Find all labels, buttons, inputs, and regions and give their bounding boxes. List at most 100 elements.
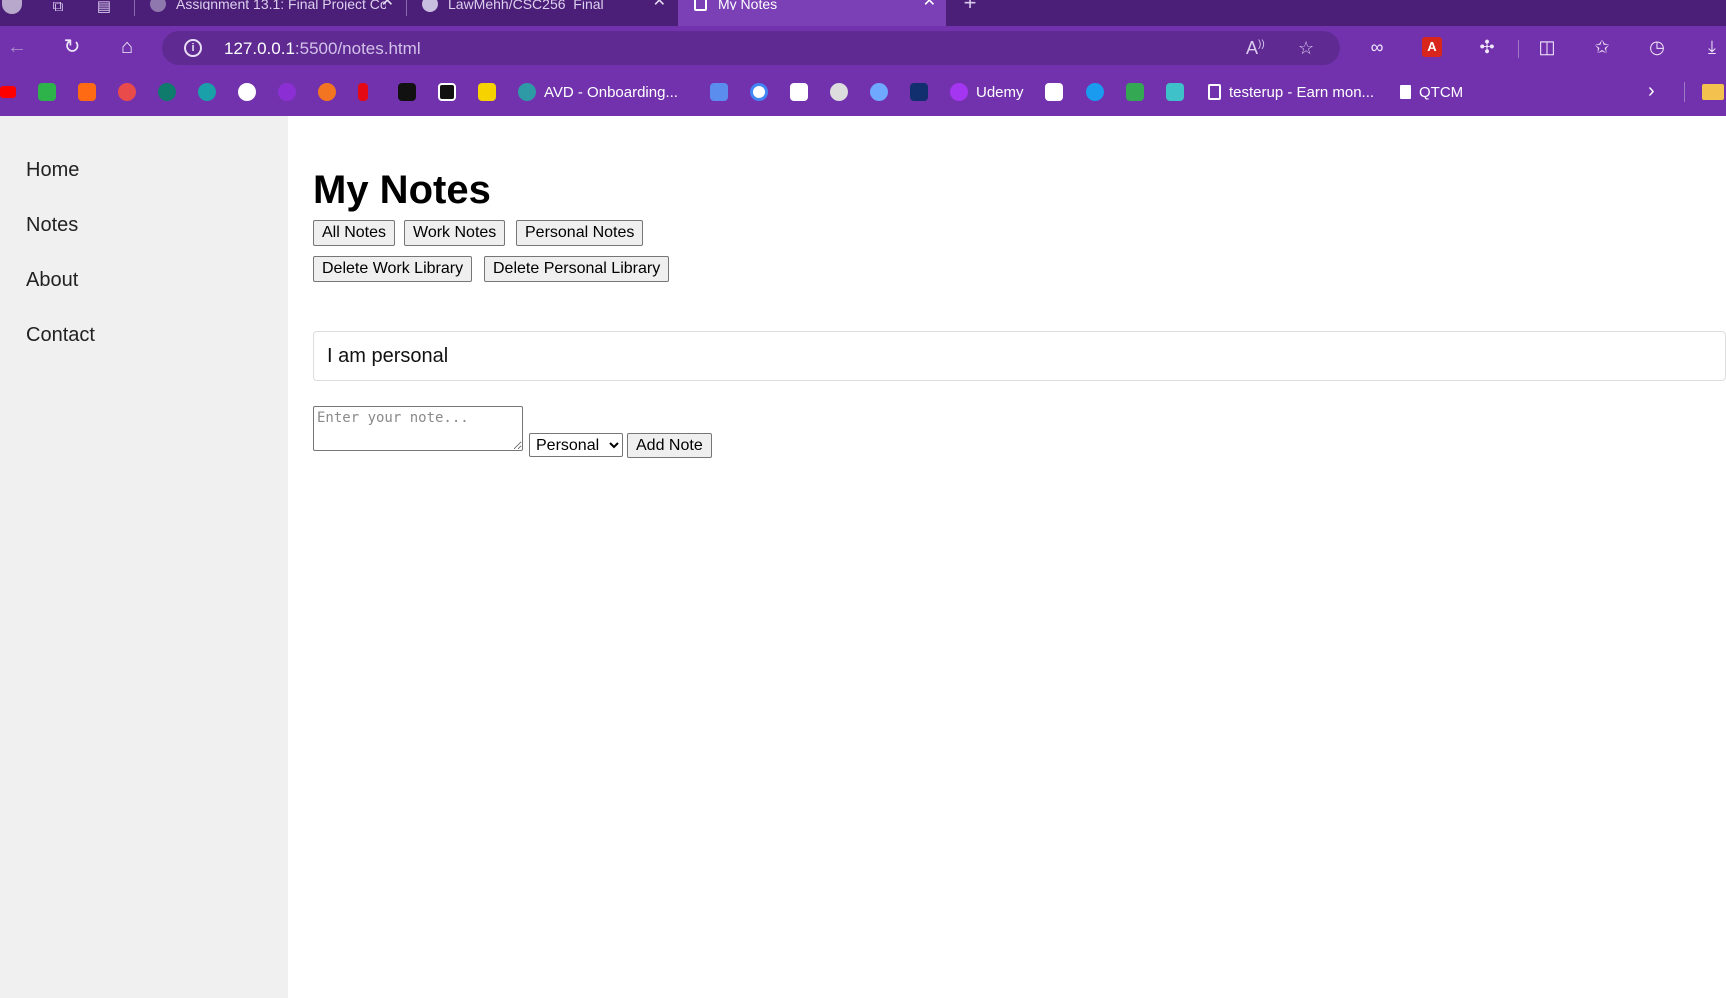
chevron-right-icon[interactable]: › bbox=[1648, 80, 1655, 103]
bookmark-doc[interactable] bbox=[790, 82, 808, 102]
bookmark-label: Udemy bbox=[976, 83, 1024, 101]
crunchyroll-icon bbox=[318, 83, 336, 101]
read-aloud-icon[interactable]: A)) bbox=[1246, 38, 1265, 59]
category-select[interactable]: Personal bbox=[529, 433, 623, 457]
bookmark-testerup[interactable]: testerup - Earn mon... bbox=[1208, 82, 1374, 102]
bookmark-tv[interactable] bbox=[38, 82, 56, 102]
bookmark-chart[interactable] bbox=[1166, 82, 1184, 102]
tab-title: Assignment 13.1: Final Project Co bbox=[176, 0, 386, 10]
page-content: Home Notes About Contact My Notes All No… bbox=[0, 116, 1726, 998]
url-path: :5500/notes.html bbox=[294, 39, 421, 58]
bookmark-circle[interactable] bbox=[830, 82, 848, 102]
add-note-button[interactable]: Add Note bbox=[627, 433, 712, 458]
bookmark-va[interactable] bbox=[910, 82, 928, 102]
bookmarks-bar: AVD - Onboarding... Udemy testerup - Ear… bbox=[0, 68, 1726, 116]
bookmark-bot[interactable] bbox=[710, 82, 728, 102]
circle-logo-icon bbox=[830, 83, 848, 101]
sidebar-item-home[interactable]: Home bbox=[26, 159, 79, 182]
tab-title: LawMehh/CSC256_Final bbox=[448, 0, 604, 10]
url-text[interactable]: 127.0.0.1:5500/notes.html bbox=[224, 39, 421, 59]
url-host: 127.0.0.1 bbox=[224, 39, 295, 58]
new-tab-icon[interactable]: + bbox=[958, 0, 982, 18]
favorites-icon[interactable]: ✩ bbox=[1590, 35, 1614, 59]
wordpress-icon bbox=[238, 83, 256, 101]
sidebar-item-contact[interactable]: Contact bbox=[26, 324, 95, 347]
sidebar-item-about[interactable]: About bbox=[26, 269, 78, 292]
downloads-icon[interactable]: ⤓ bbox=[1700, 35, 1724, 59]
tab-close-icon[interactable]: ✕ bbox=[923, 0, 936, 10]
google-icon bbox=[750, 83, 768, 101]
bot-icon bbox=[710, 83, 728, 101]
bookmark-yellow[interactable] bbox=[478, 82, 496, 102]
work-notes-button[interactable]: Work Notes bbox=[404, 220, 506, 246]
tab-favicon-icon bbox=[150, 0, 166, 12]
address-bar[interactable]: i 127.0.0.1:5500/notes.html A)) ☆ bbox=[162, 31, 1340, 65]
bookmark-diamond[interactable] bbox=[870, 82, 888, 102]
split-screen-icon[interactable]: ◫ bbox=[1535, 35, 1559, 59]
bookmark-wordpress[interactable] bbox=[238, 82, 256, 102]
bookmark-power[interactable] bbox=[438, 82, 456, 102]
chart-icon bbox=[1166, 83, 1184, 101]
tv-icon bbox=[38, 83, 56, 101]
tab-close-icon[interactable]: ✕ bbox=[381, 0, 394, 10]
power-icon bbox=[438, 83, 456, 101]
home-icon[interactable]: ⌂ bbox=[114, 34, 140, 60]
bookmark-crunchyroll[interactable] bbox=[318, 82, 336, 102]
github-icon bbox=[422, 0, 438, 12]
bookmark-globe[interactable] bbox=[198, 82, 216, 102]
personal-notes-button[interactable]: Personal Notes bbox=[516, 220, 644, 246]
bookmark-udemy[interactable]: Udemy bbox=[950, 82, 1024, 102]
bookmark-w[interactable] bbox=[78, 82, 96, 102]
h-icon bbox=[398, 83, 416, 101]
extensions-icon[interactable]: ✣ bbox=[1475, 35, 1499, 59]
bookmark-label: QTCM bbox=[1419, 83, 1464, 101]
udemy-icon bbox=[950, 83, 968, 101]
sharepoint-icon bbox=[518, 83, 536, 101]
delete-personal-library-button[interactable]: Delete Personal Library bbox=[484, 256, 670, 282]
bookmark-sharepoint[interactable] bbox=[158, 82, 176, 102]
bookmark-google-play[interactable] bbox=[1126, 82, 1144, 102]
play-circle-icon bbox=[1086, 83, 1104, 101]
site-info-icon[interactable]: i bbox=[184, 39, 202, 57]
tab-github[interactable]: LawMehh/CSC256_Final ✕ bbox=[408, 0, 676, 26]
history-icon[interactable]: ◷ bbox=[1645, 35, 1669, 59]
bookmark-calendar[interactable] bbox=[1045, 82, 1063, 102]
adobe-pdf-icon[interactable]: A bbox=[1420, 35, 1444, 59]
refresh-icon[interactable]: ↻ bbox=[59, 34, 85, 60]
bookmark-purple[interactable] bbox=[278, 82, 296, 102]
tab-close-icon[interactable]: ✕ bbox=[653, 0, 666, 10]
sharepoint-icon bbox=[158, 83, 176, 101]
purple-icon bbox=[278, 83, 296, 101]
bookmark-netflix[interactable] bbox=[358, 82, 368, 102]
diamond-icon bbox=[870, 83, 888, 101]
va-icon bbox=[910, 83, 928, 101]
note-textarea[interactable] bbox=[313, 406, 523, 451]
browser-toolbar: ← ↻ ⌂ i 127.0.0.1:5500/notes.html A)) ☆ … bbox=[0, 26, 1726, 68]
sidebar-item-notes[interactable]: Notes bbox=[26, 214, 78, 237]
bookmark-youtube[interactable] bbox=[0, 82, 16, 102]
page-icon bbox=[694, 0, 707, 11]
bookmark-avd[interactable]: AVD - Onboarding... bbox=[518, 82, 678, 102]
sidebar: Home Notes About Contact bbox=[0, 116, 288, 998]
page-title: My Notes bbox=[313, 168, 491, 212]
globe-icon bbox=[198, 83, 216, 101]
copilot-icon[interactable]: ∞ bbox=[1365, 35, 1389, 59]
netflix-icon bbox=[358, 83, 368, 101]
bookmark-qtcm[interactable]: QTCM bbox=[1400, 82, 1463, 102]
bookmark-label: testerup - Earn mon... bbox=[1229, 83, 1375, 101]
workspaces-icon[interactable]: ⧉ bbox=[48, 0, 68, 22]
bookmark-play-circle[interactable] bbox=[1086, 82, 1104, 102]
vertical-tabs-icon[interactable]: ▤ bbox=[94, 0, 114, 22]
doc-icon bbox=[790, 83, 808, 101]
bookmark-google[interactable] bbox=[750, 82, 768, 102]
bookmark-star-badge[interactable] bbox=[118, 82, 136, 102]
profile-icon[interactable] bbox=[2, 0, 22, 22]
all-notes-button[interactable]: All Notes bbox=[313, 220, 396, 246]
folder-icon[interactable] bbox=[1702, 84, 1724, 100]
tab-my-notes[interactable]: My Notes ✕ bbox=[678, 0, 946, 26]
bookmark-h[interactable] bbox=[398, 82, 416, 102]
favorite-star-icon[interactable]: ☆ bbox=[1298, 38, 1314, 59]
delete-work-library-button[interactable]: Delete Work Library bbox=[313, 256, 473, 282]
tab-assignment[interactable]: Assignment 13.1: Final Project Co ✕ bbox=[136, 0, 404, 26]
back-icon[interactable]: ← bbox=[4, 34, 30, 60]
